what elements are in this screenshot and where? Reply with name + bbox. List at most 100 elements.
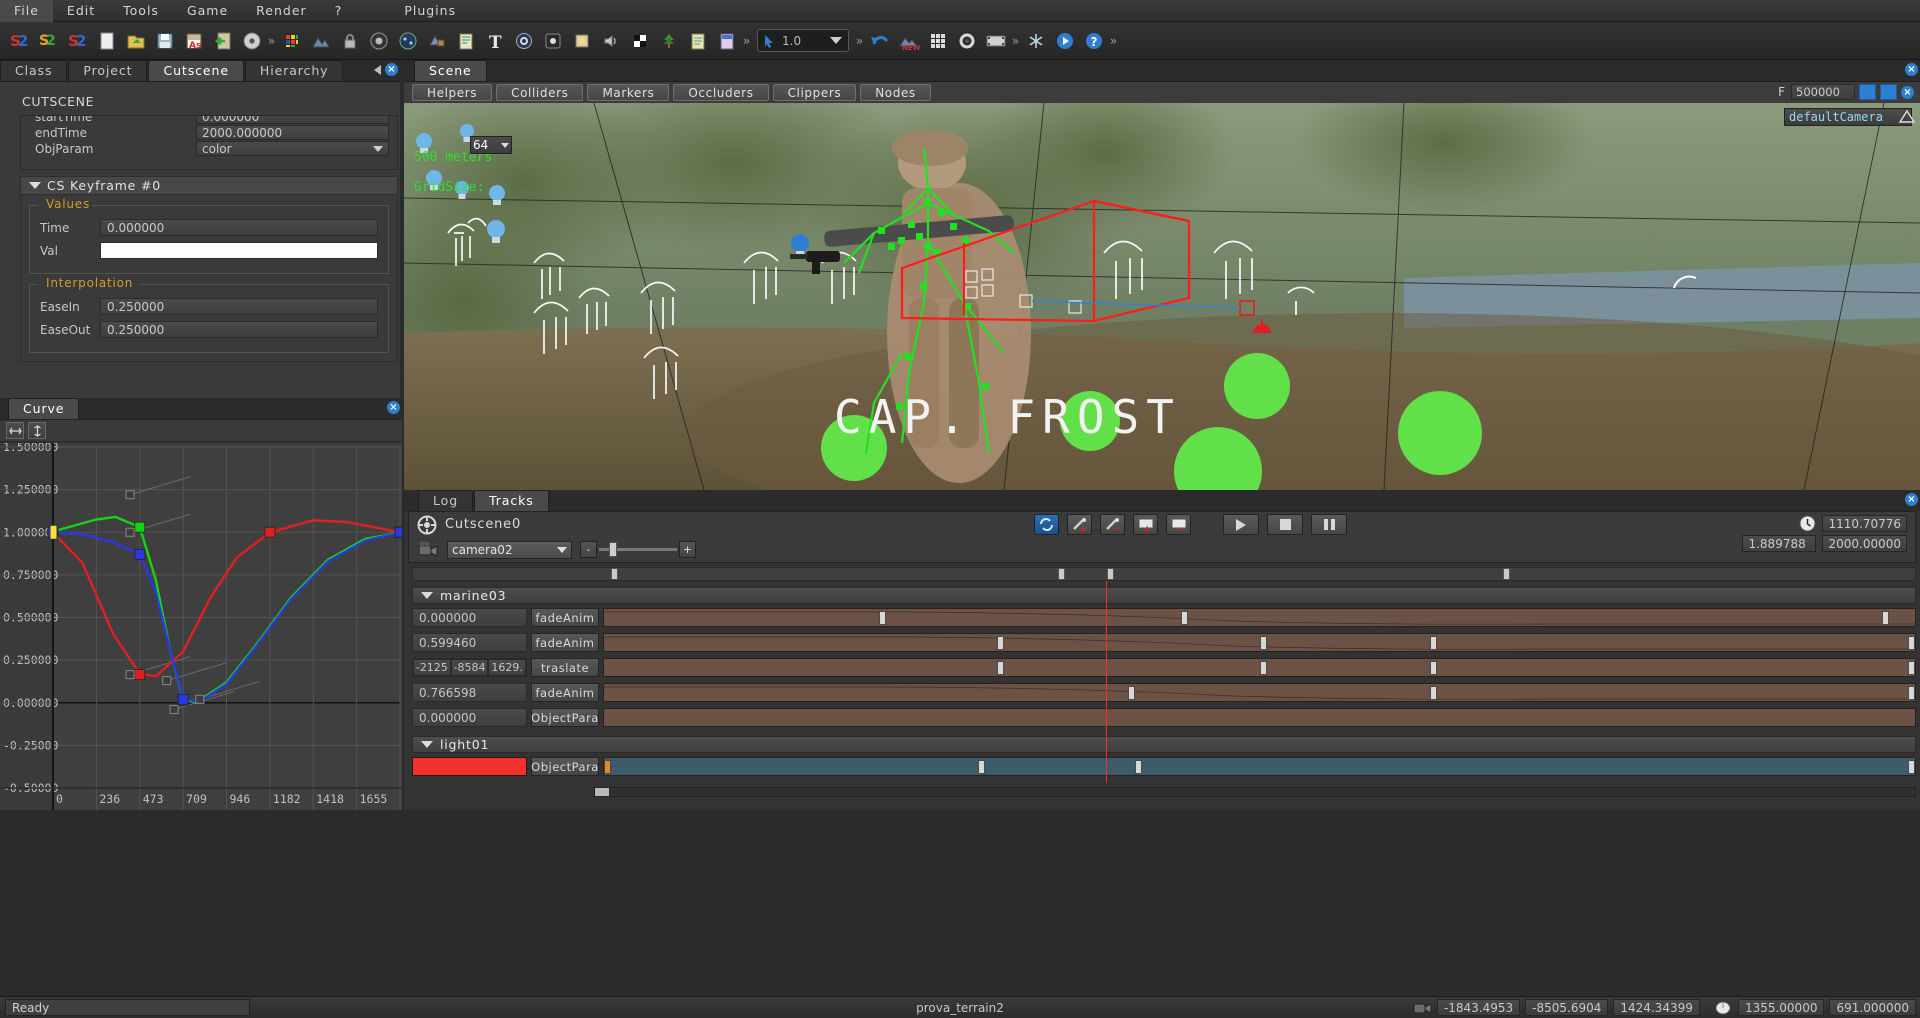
document-icon[interactable] [713,27,740,54]
track-lane[interactable] [603,633,1916,652]
collapse-triangle-icon[interactable] [421,741,433,748]
open-scene-icon[interactable]: S2 [35,27,62,54]
track-value-field[interactable]: 0.000000 [412,708,527,727]
curve-graph[interactable]: 1.5000001.2500001.0000000.7500000.500000… [0,443,402,810]
geometry-icon[interactable] [423,27,450,54]
ruler-marker[interactable] [1503,568,1510,580]
track-value-field[interactable]: 0.766598 [412,683,527,702]
menu-item-tools[interactable]: Tools [109,0,173,22]
track-keyframe[interactable] [997,661,1004,675]
zoom-slider-track[interactable] [599,548,677,551]
stop-button[interactable] [1267,514,1303,535]
target-icon[interactable] [510,27,537,54]
track-keyframe[interactable] [978,760,985,774]
menu-item-render[interactable]: Render [242,0,321,22]
add-key-icon[interactable]: + [1067,514,1092,535]
zoom-slider-handle[interactable] [609,542,617,557]
startTime-field[interactable]: 0.000000 [196,115,389,124]
collapse-triangle-icon[interactable] [29,182,41,189]
tab-scene[interactable]: Scene [414,60,487,81]
settings-gear-icon[interactable] [953,27,980,54]
timeline-ruler[interactable] [412,567,1916,581]
tab-hierarchy[interactable]: Hierarchy [245,60,344,81]
tab-log[interactable]: Log [418,490,473,511]
close-icon[interactable]: × [387,401,400,414]
menu-item-help[interactable]: ? [321,0,357,22]
particles-icon[interactable] [394,27,421,54]
undo-icon[interactable] [866,27,893,54]
track-keyframe[interactable] [1908,636,1915,650]
wheel-icon[interactable] [365,27,392,54]
film-icon[interactable] [982,27,1009,54]
play-button[interactable] [1223,514,1259,535]
tab-class[interactable]: Class [0,60,67,81]
track-keyframe[interactable] [1181,611,1188,625]
track-row[interactable]: 0.000000fadeAnim [412,607,1916,628]
overflow-4[interactable]: » [1011,28,1020,54]
save-icon[interactable] [151,27,178,54]
overflow-1[interactable]: » [267,28,276,54]
play-icon[interactable] [1051,27,1078,54]
track-keyframe[interactable] [1908,686,1915,700]
track-row[interactable]: -2125-85841629. traslate [412,657,1916,678]
snow-icon[interactable] [1022,27,1049,54]
light-icon[interactable] [568,27,595,54]
track-keyframe[interactable] [1260,636,1267,650]
tab-cutscene[interactable]: Cutscene [148,60,243,81]
track-keyframe[interactable] [604,760,611,774]
scrollbar-thumb[interactable] [595,788,609,796]
track-keyframe[interactable] [1430,661,1437,675]
track-keyframe[interactable] [997,636,1004,650]
track-lane[interactable] [603,683,1916,702]
overflow-5[interactable]: » [1109,28,1118,54]
track-value-component[interactable]: -2125 [413,659,451,676]
remove-key-icon[interactable]: − [1100,514,1125,535]
track-row[interactable]: 0.599460fadeAnim [412,632,1916,653]
keyframe-group-header[interactable]: CS Keyframe #0 [21,177,397,195]
endTime-field[interactable]: 2000.000000 [196,125,389,140]
save-as-icon[interactable]: As [180,27,207,54]
close-icon[interactable]: × [1905,493,1918,506]
speaker-icon[interactable] [597,27,624,54]
menu-item-file[interactable]: File [0,0,53,22]
track-keyframe[interactable] [1430,686,1437,700]
camera-track-select[interactable]: camera02 [447,541,572,559]
track-group-light01[interactable]: light01 [412,736,1916,753]
add-track-icon[interactable]: + [1133,514,1158,535]
track-type-button[interactable]: traslate [531,658,599,677]
horizontal-scrollbar[interactable] [594,787,1916,797]
track-value-field[interactable]: 0.599460 [412,633,527,652]
toggle-clippers[interactable]: Clippers [773,84,857,101]
tab-project[interactable]: Project [68,60,147,81]
track-keyframe[interactable] [1430,636,1437,650]
menu-item-plugins[interactable]: Plugins [390,0,470,22]
track-value-component[interactable]: -8584 [451,659,489,676]
timeline-zoom-slider[interactable]: - + [580,541,696,558]
overflow-2[interactable]: » [742,28,751,54]
fit-horizontal-icon[interactable] [6,422,24,439]
overflow-3[interactable]: » [855,28,864,54]
track-lane[interactable] [603,757,1916,776]
remove-track-icon[interactable]: − [1166,514,1191,535]
track-keyframe[interactable] [879,611,886,625]
chevron-down-icon[interactable] [501,143,509,148]
checker-icon[interactable] [626,27,653,54]
ruler-marker[interactable] [1058,568,1065,580]
open-folder-icon[interactable] [122,27,149,54]
ruler-marker[interactable] [611,568,618,580]
track-row[interactable]: ObjectPara [412,756,1916,777]
track-lane[interactable] [603,708,1916,727]
track-group-marine03[interactable]: marine03 [412,587,1916,604]
view-mode-1-button[interactable] [1859,84,1876,100]
menu-item-game[interactable]: Game [173,0,242,22]
curve-canvas[interactable]: 1.5000001.2500001.0000000.7500000.500000… [0,443,402,810]
toggle-colliders[interactable]: Colliders [496,84,583,101]
export-icon[interactable] [209,27,236,54]
notes-icon[interactable] [684,27,711,54]
edit-icon[interactable] [452,27,479,54]
track-keyframe[interactable] [1882,611,1889,625]
track-value-component[interactable]: 1629. [488,659,526,676]
new-scene-icon[interactable]: S2 [6,27,33,54]
track-lane[interactable] [603,658,1916,677]
track-keyframe[interactable] [1908,661,1915,675]
